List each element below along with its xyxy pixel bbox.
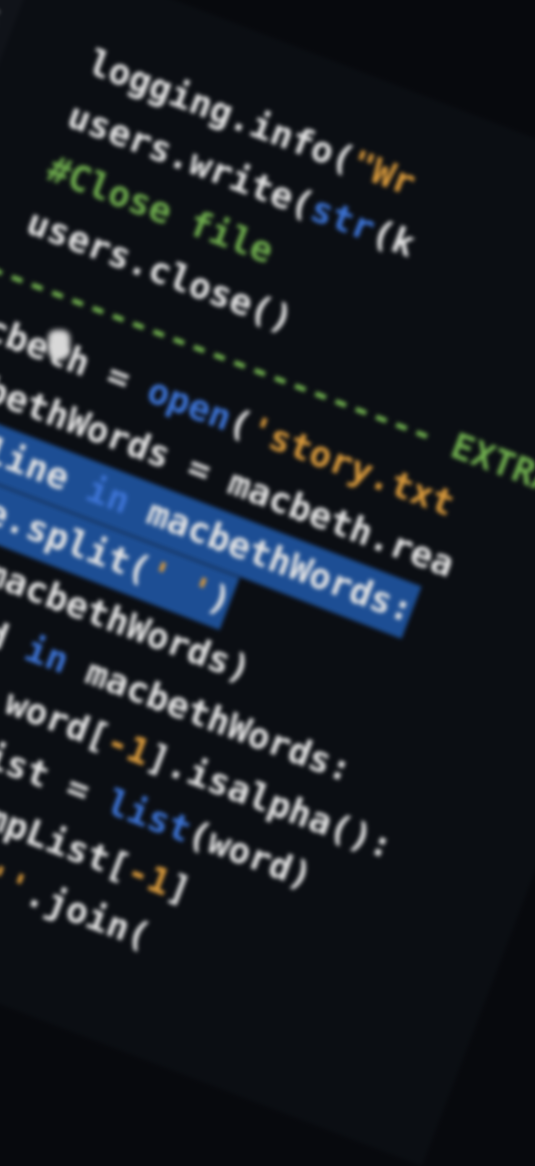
code-editor: 216logging.info("Wr217users.write(str(k2… — [0, 0, 535, 1166]
mouse-cursor-icon — [48, 330, 70, 360]
